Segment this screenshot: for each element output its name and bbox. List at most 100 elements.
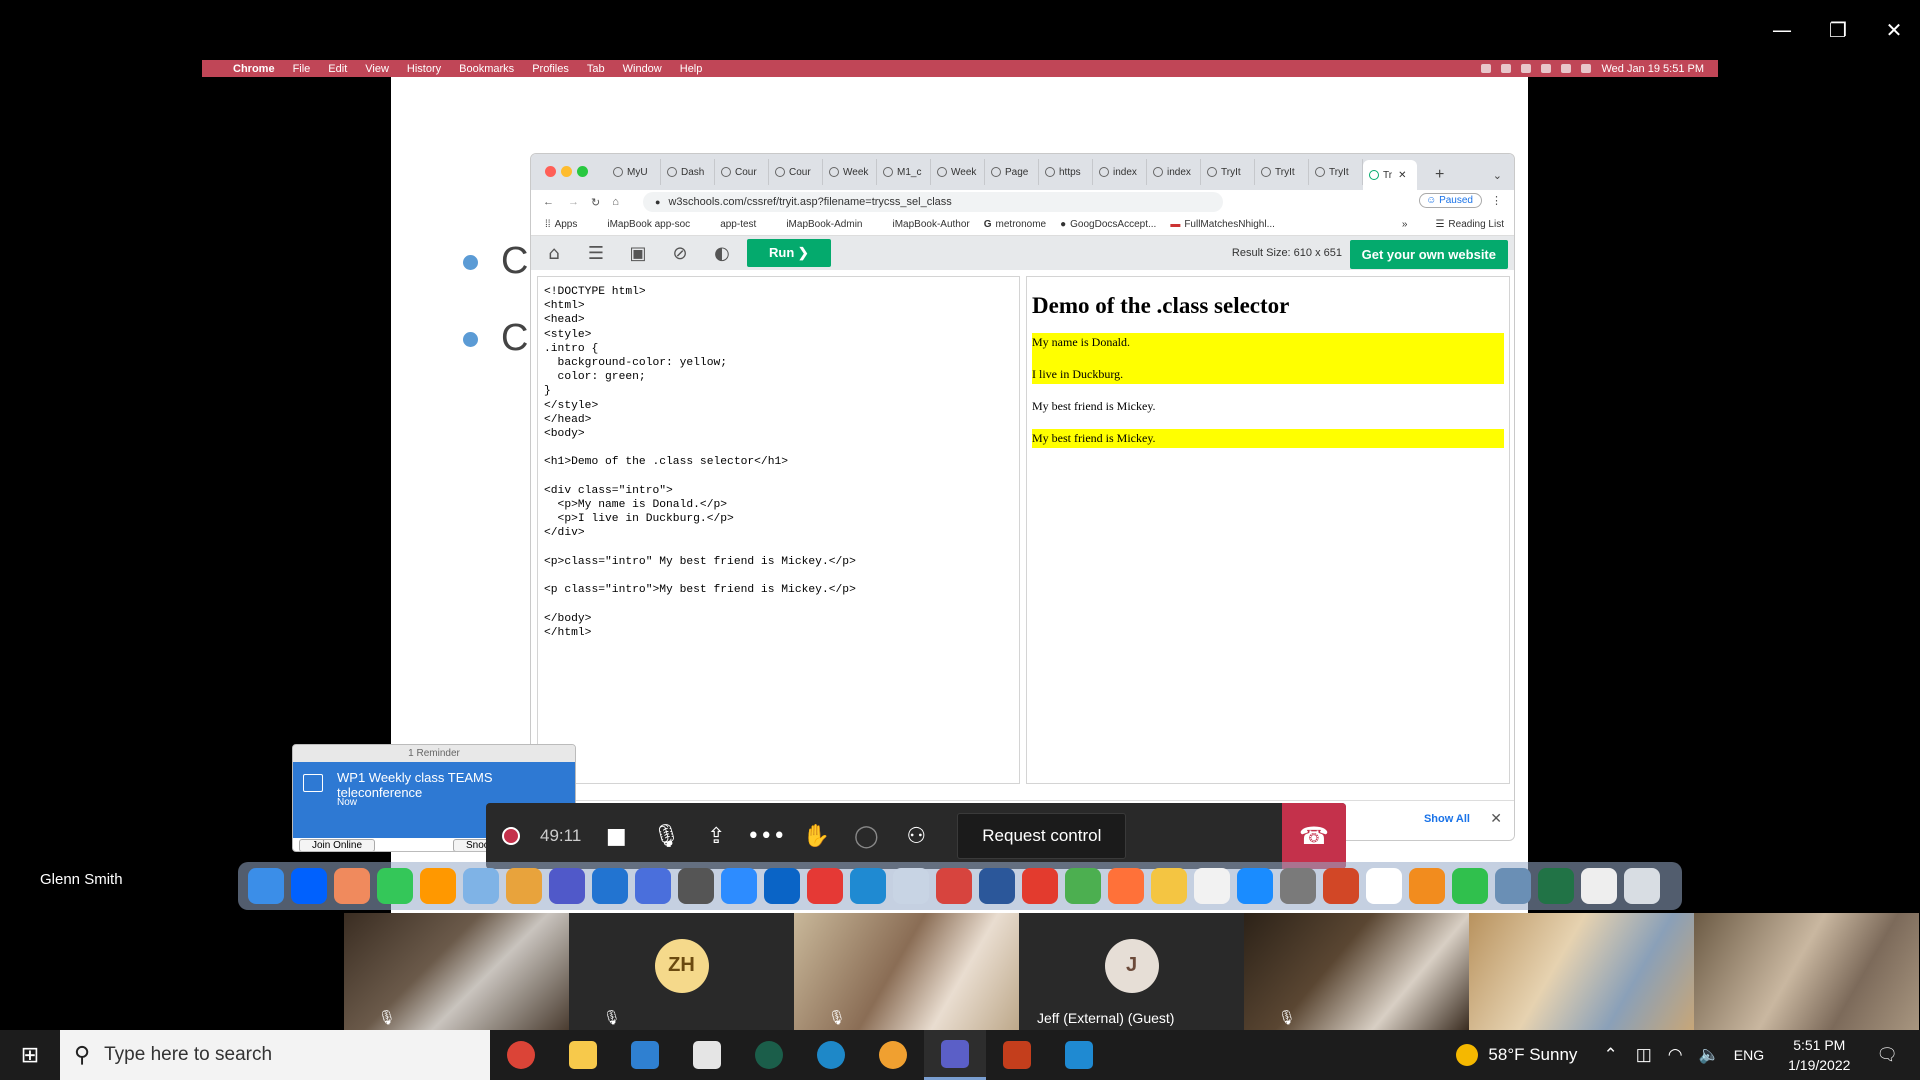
tab[interactable]: Cour: [715, 159, 769, 185]
language-indicator[interactable]: ENG: [1734, 1047, 1764, 1063]
menu-view[interactable]: View: [365, 63, 389, 75]
app-icon[interactable]: [1495, 868, 1531, 904]
minimize-button[interactable]: —: [1762, 14, 1802, 46]
messages-icon[interactable]: [377, 868, 413, 904]
zoom-light[interactable]: [577, 166, 588, 177]
sublime-icon[interactable]: [420, 868, 456, 904]
tab[interactable]: index: [1093, 159, 1147, 185]
hang-up-button[interactable]: ☎: [1282, 803, 1346, 869]
teams-icon[interactable]: [549, 868, 585, 904]
status-icon[interactable]: [1501, 64, 1512, 73]
participant-video[interactable]: 🎙: [344, 913, 569, 1030]
tab-search-icon[interactable]: ⌄: [1493, 169, 1502, 182]
participant-video[interactable]: 🎙: [794, 913, 1019, 1030]
show-all-link[interactable]: Show All: [1424, 813, 1470, 825]
chrome-icon[interactable]: [1065, 868, 1101, 904]
bookmark-item[interactable]: iMapBook-Admin: [786, 219, 862, 230]
bookmark-apps[interactable]: ⁞⁞ Apps: [545, 219, 577, 230]
store-icon[interactable]: [676, 1030, 738, 1080]
request-control-button[interactable]: Request control: [957, 813, 1127, 859]
close-button[interactable]: ✕: [1874, 14, 1914, 46]
status-icon[interactable]: [1481, 64, 1492, 73]
powerpoint-icon[interactable]: [986, 1030, 1048, 1080]
tab[interactable]: https: [1039, 159, 1093, 185]
taskbar-search[interactable]: ⚲ Type here to search: [60, 1030, 490, 1080]
volume-icon[interactable]: 🔈: [1699, 1045, 1720, 1065]
app-icon[interactable]: [893, 868, 929, 904]
calendar-icon[interactable]: [1366, 868, 1402, 904]
menu-dots-icon[interactable]: ⋮: [1491, 194, 1502, 207]
home-icon[interactable]: ⌂: [544, 243, 564, 264]
facetime-icon[interactable]: [1452, 868, 1488, 904]
new-tab-icon[interactable]: +: [1435, 166, 1444, 184]
share-icon[interactable]: ⇪: [691, 811, 741, 861]
tab[interactable]: MyU: [607, 159, 661, 185]
menu-help[interactable]: Help: [680, 63, 703, 75]
menu-tab[interactable]: Tab: [587, 63, 605, 75]
document-icon[interactable]: [1581, 868, 1617, 904]
bookmark-item[interactable]: app-test: [720, 219, 756, 230]
spotlight-icon[interactable]: [1581, 64, 1592, 73]
finder-icon[interactable]: [248, 868, 284, 904]
join-online-button[interactable]: Join Online: [299, 839, 376, 851]
run-button[interactable]: Run ❯: [747, 239, 831, 267]
tab[interactable]: M1_c: [877, 159, 931, 185]
back-icon[interactable]: ←: [543, 196, 554, 208]
dropbox-icon[interactable]: [291, 868, 327, 904]
home-icon[interactable]: ⌂: [612, 196, 619, 208]
excel-icon[interactable]: [1538, 868, 1574, 904]
close-light[interactable]: [545, 166, 556, 177]
participant-video[interactable]: [1694, 913, 1919, 1030]
tab[interactable]: Page: [985, 159, 1039, 185]
tab-close-icon[interactable]: ✕: [1398, 170, 1406, 181]
wifi-icon[interactable]: [1561, 64, 1572, 73]
camera-icon[interactable]: ■: [591, 811, 641, 861]
reminders-icon[interactable]: [1194, 868, 1230, 904]
chrome-canary-icon[interactable]: [506, 868, 542, 904]
status-icon[interactable]: [1541, 64, 1552, 73]
network-icon[interactable]: ◫: [1636, 1045, 1652, 1065]
vlc-icon[interactable]: [1409, 868, 1445, 904]
tab[interactable]: index: [1147, 159, 1201, 185]
menu-bookmarks[interactable]: Bookmarks: [459, 63, 514, 75]
tab[interactable]: Week: [823, 159, 877, 185]
participant-tile[interactable]: J Jeff (External) (Guest): [1019, 913, 1244, 1030]
photos-icon[interactable]: [1151, 868, 1187, 904]
bookmark-item[interactable]: ▬ FullMatchesNhighl...: [1170, 219, 1275, 230]
status-icon[interactable]: [1521, 64, 1532, 73]
menu-app-name[interactable]: Chrome: [233, 63, 275, 75]
menu-edit[interactable]: Edit: [328, 63, 347, 75]
mac-clock[interactable]: Wed Jan 19 5:51 PM: [1601, 63, 1704, 75]
chrome-icon[interactable]: [862, 1030, 924, 1080]
chevron-up-icon[interactable]: ⌃: [1603, 1045, 1617, 1065]
minimize-light[interactable]: [561, 166, 572, 177]
rotate-icon[interactable]: ⊘: [670, 243, 690, 264]
tab[interactable]: Dash: [661, 159, 715, 185]
app-icon[interactable]: [1022, 868, 1058, 904]
app-icon[interactable]: [592, 868, 628, 904]
mail-icon[interactable]: [614, 1030, 676, 1080]
reading-list[interactable]: ☰ Reading List: [1435, 219, 1504, 230]
teams-icon[interactable]: [924, 1030, 986, 1080]
app-icon[interactable]: [936, 868, 972, 904]
participant-video[interactable]: [1469, 913, 1694, 1030]
hamburger-icon[interactable]: ☰: [586, 243, 606, 264]
mic-muted-icon[interactable]: 🎙: [641, 811, 691, 861]
zoom-icon[interactable]: [721, 868, 757, 904]
get-website-button[interactable]: Get your own website: [1349, 240, 1508, 269]
powerpoint-icon[interactable]: [1323, 868, 1359, 904]
tab[interactable]: TryIt: [1255, 159, 1309, 185]
code-editor[interactable]: <!DOCTYPE html> <html> <head> <style> .i…: [537, 276, 1020, 784]
tab[interactable]: TryIt: [1201, 159, 1255, 185]
app-icon[interactable]: [635, 868, 671, 904]
vscode-icon[interactable]: [1048, 1030, 1110, 1080]
menu-window[interactable]: Window: [623, 63, 662, 75]
reload-icon[interactable]: ↻: [591, 196, 600, 209]
wifi-icon[interactable]: ◠: [1668, 1045, 1683, 1065]
preview-icon[interactable]: [463, 868, 499, 904]
trash-icon[interactable]: [1624, 868, 1660, 904]
app-store-icon[interactable]: [1237, 868, 1273, 904]
tab[interactable]: TryIt: [1309, 159, 1363, 185]
word-icon[interactable]: [979, 868, 1015, 904]
menu-history[interactable]: History: [407, 63, 441, 75]
